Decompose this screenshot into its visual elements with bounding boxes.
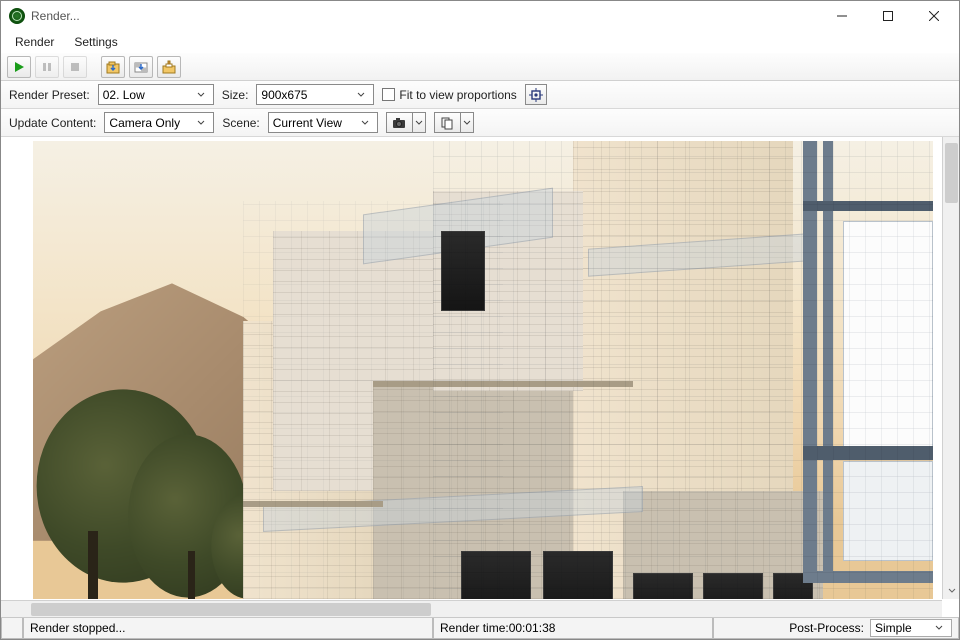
status-render-time: Render time: 00:01:38	[433, 618, 713, 639]
menu-render[interactable]: Render	[7, 33, 62, 51]
options-row-2: Update Content: Camera Only Scene: Curre…	[1, 109, 959, 137]
play-button[interactable]	[7, 56, 31, 78]
statusbar: Render stopped... Render time: 00:01:38 …	[1, 617, 959, 639]
chevron-down-icon	[353, 91, 369, 99]
scrollbar-thumb[interactable]	[945, 143, 958, 203]
chevron-down-icon[interactable]	[412, 112, 426, 133]
chevron-down-icon	[193, 91, 209, 99]
chevron-down-icon	[357, 119, 373, 127]
size-label: Size:	[222, 88, 249, 102]
scene-combo[interactable]: Current View	[268, 112, 378, 133]
update-content-combo[interactable]: Camera Only	[104, 112, 214, 133]
post-process-value: Simple	[875, 621, 912, 635]
close-button[interactable]	[911, 1, 957, 31]
scrollbar-thumb[interactable]	[31, 603, 431, 616]
app-icon	[9, 8, 25, 24]
status-icon-cell	[1, 618, 23, 639]
update-content-value: Camera Only	[109, 116, 180, 130]
status-message: Render stopped...	[23, 618, 433, 639]
fit-viewport-button[interactable]	[525, 84, 547, 105]
save-image-alpha-button[interactable]	[129, 56, 153, 78]
render-preset-value: 02. Low	[103, 88, 145, 102]
horizontal-scrollbar[interactable]	[1, 600, 942, 617]
options-row-1: Render Preset: 02. Low Size: 900x675 Fit…	[1, 81, 959, 109]
export-button[interactable]	[157, 56, 181, 78]
render-viewport[interactable]	[1, 137, 941, 599]
status-post-process: Post-Process: Simple	[713, 618, 959, 639]
scene-label: Scene:	[222, 116, 259, 130]
maximize-button[interactable]	[865, 1, 911, 31]
save-image-button[interactable]	[101, 56, 125, 78]
chevron-down-icon	[193, 119, 209, 127]
size-combo[interactable]: 900x675	[256, 84, 374, 105]
scene-value: Current View	[273, 116, 342, 130]
render-preset-label: Render Preset:	[9, 88, 90, 102]
chevron-down-icon[interactable]	[460, 112, 474, 133]
post-process-combo[interactable]: Simple	[870, 619, 952, 637]
pause-button[interactable]	[35, 56, 59, 78]
menubar: Render Settings	[1, 31, 959, 53]
fit-to-view-label: Fit to view proportions	[399, 88, 516, 102]
chevron-down-icon	[931, 624, 947, 632]
camera-snapshot-button[interactable]	[386, 112, 426, 133]
update-content-label: Update Content:	[9, 116, 96, 130]
size-value: 900x675	[261, 88, 307, 102]
render-preset-combo[interactable]: 02. Low	[98, 84, 214, 105]
vertical-scrollbar[interactable]	[942, 137, 959, 599]
stop-button[interactable]	[63, 56, 87, 78]
copy-to-clipboard-button[interactable]	[434, 112, 474, 133]
viewport-container	[1, 137, 959, 617]
fit-to-view-checkbox[interactable]	[382, 88, 395, 101]
minimize-button[interactable]	[819, 1, 865, 31]
window-title: Render...	[31, 9, 80, 23]
scroll-down-arrow[interactable]	[943, 582, 959, 599]
post-process-label: Post-Process:	[789, 621, 864, 635]
render-image	[33, 141, 933, 599]
titlebar: Render...	[1, 1, 959, 31]
menu-settings[interactable]: Settings	[66, 33, 125, 51]
toolbar	[1, 53, 959, 81]
